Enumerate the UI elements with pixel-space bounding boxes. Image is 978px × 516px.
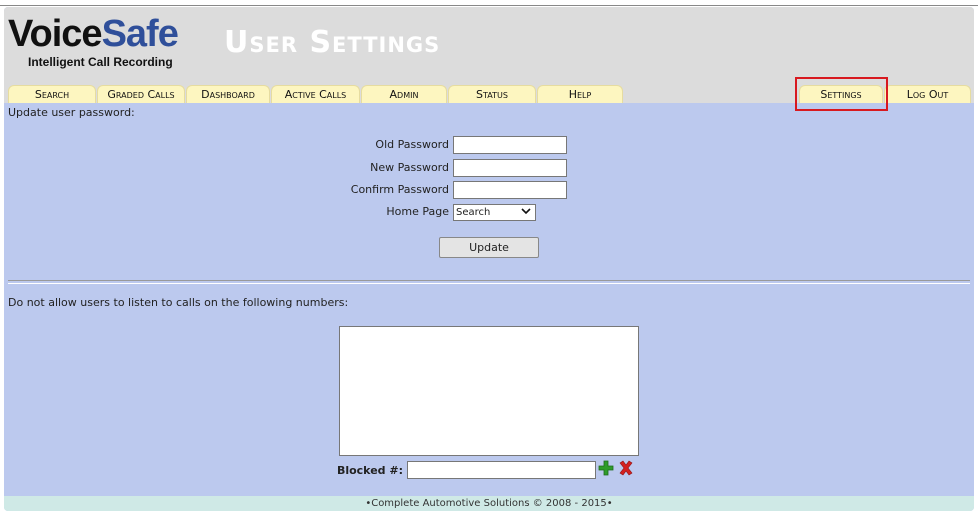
footer: •Complete Automotive Solutions © 2008 - … bbox=[4, 496, 974, 511]
update-button[interactable]: Update bbox=[439, 237, 539, 258]
plus-icon[interactable] bbox=[598, 460, 614, 476]
tab-status[interactable]: Status bbox=[448, 85, 536, 103]
app-window: VoiceSafe Intelligent Call Recording Use… bbox=[4, 7, 974, 511]
blocked-number-label: Blocked #: bbox=[336, 464, 403, 477]
home-page-select[interactable]: Search bbox=[453, 204, 536, 221]
tab-admin[interactable]: Admin bbox=[361, 85, 447, 103]
voicesafe-logo: VoiceSafe Intelligent Call Recording bbox=[8, 13, 179, 69]
confirm-password-label: Confirm Password bbox=[350, 183, 449, 196]
blocked-numbers-list[interactable] bbox=[339, 326, 639, 456]
password-section-heading: Update user password: bbox=[8, 106, 135, 119]
logo-subtitle: Intelligent Call Recording bbox=[28, 55, 173, 69]
blocked-section-heading: Do not allow users to listen to calls on… bbox=[8, 296, 349, 309]
section-divider bbox=[8, 280, 970, 284]
tab-dashboard[interactable]: Dashboard bbox=[186, 85, 270, 103]
old-password-label: Old Password bbox=[375, 138, 449, 151]
x-icon[interactable] bbox=[618, 460, 634, 476]
logo-safe-text: Safe bbox=[101, 13, 179, 55]
new-password-input[interactable] bbox=[453, 159, 567, 177]
top-border-line bbox=[0, 5, 978, 6]
footer-copyright: •Complete Automotive Solutions © 2008 - … bbox=[365, 498, 613, 509]
blocked-number-input[interactable] bbox=[407, 461, 596, 479]
header: VoiceSafe Intelligent Call Recording Use… bbox=[4, 7, 974, 111]
new-password-label: New Password bbox=[370, 161, 449, 174]
tab-help[interactable]: Help bbox=[537, 85, 623, 103]
page-title: User Settings bbox=[224, 25, 441, 60]
tab-active-calls[interactable]: Active Calls bbox=[271, 85, 360, 103]
confirm-password-input[interactable] bbox=[453, 181, 567, 199]
logo-wordmark: VoiceSafe bbox=[8, 13, 179, 55]
tab-search[interactable]: Search bbox=[8, 85, 96, 103]
home-page-label: Home Page bbox=[386, 205, 449, 218]
old-password-input[interactable] bbox=[453, 136, 567, 154]
logo-voice-text: Voice bbox=[8, 13, 103, 55]
settings-highlight-box bbox=[795, 77, 888, 111]
tab-graded-calls[interactable]: Graded Calls bbox=[97, 85, 185, 103]
tab-log-out[interactable]: Log Out bbox=[884, 85, 971, 103]
home-page-selected-value: Search bbox=[456, 207, 491, 218]
chevron-down-icon bbox=[521, 206, 531, 221]
